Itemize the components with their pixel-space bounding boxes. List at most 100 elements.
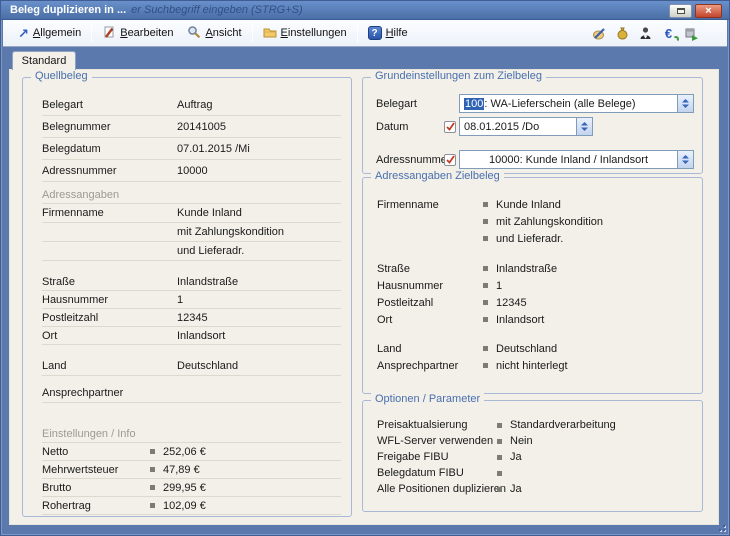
folder-icon bbox=[263, 25, 277, 42]
group-adressangaben-zielbeleg: Adressangaben Zielbeleg FirmennameKunde … bbox=[362, 177, 703, 394]
menu-item-einstellungen[interactable]: Einstellungen bbox=[256, 22, 354, 45]
datum-field[interactable]: 08.01.2015 /Do bbox=[459, 117, 593, 136]
field-row: StraßeInlandstraße bbox=[42, 273, 341, 291]
field-row: Adressnummer10000 bbox=[42, 160, 341, 182]
euro-arrow-icon bbox=[673, 36, 679, 42]
field-row: Ansprechpartnernicht hinterlegt bbox=[377, 357, 694, 374]
field-value: 47,89 € bbox=[163, 464, 200, 476]
field-row: FirmennameKunde Inland bbox=[377, 196, 694, 213]
bullet-square-icon bbox=[483, 266, 488, 271]
field-row: Hausnummer 1 bbox=[377, 277, 694, 294]
menu-separator bbox=[91, 24, 92, 42]
field-label: Ansprechpartner bbox=[377, 360, 483, 372]
field-row: mit Zahlungskondition bbox=[42, 223, 341, 242]
field-value: 07.01.2015 /Mi bbox=[177, 143, 250, 155]
bullet-square-icon bbox=[483, 317, 488, 322]
tab-standard[interactable]: Standard bbox=[12, 51, 76, 70]
menu-label: Bearbeiten bbox=[120, 27, 173, 39]
menu-item-ansicht[interactable]: Ansicht bbox=[180, 22, 248, 45]
field-row: und Lieferadr. bbox=[42, 242, 341, 261]
field-label: Postleitzahl bbox=[42, 312, 177, 324]
field-label: Alle Positionen duplizieren bbox=[377, 483, 497, 495]
field-label: Straße bbox=[42, 276, 177, 288]
field-row: Straße Inlandstraße bbox=[377, 260, 694, 277]
field-label: Mehrwertsteuer bbox=[42, 464, 150, 476]
field-row: LandDeutschland bbox=[377, 340, 694, 357]
arrow-ne-icon: ↗ bbox=[18, 27, 29, 40]
date-spin-button[interactable] bbox=[576, 118, 592, 135]
group-title: Optionen / Parameter bbox=[371, 393, 484, 405]
field-label: Datum bbox=[376, 121, 444, 133]
package-icon[interactable] bbox=[684, 26, 699, 41]
field-value: Inlandsort bbox=[177, 330, 225, 342]
field-row: Rohertrag102,09 € bbox=[42, 497, 341, 515]
euro-glyph: € bbox=[665, 26, 672, 41]
menu-label: Allgemein bbox=[33, 27, 81, 39]
field-value: 12345 bbox=[496, 297, 527, 309]
menu-item-hilfe[interactable]: ? Hilfe bbox=[361, 23, 415, 43]
belegart-combobox[interactable]: 100 : WA-Lieferschein (alle Belege) bbox=[459, 94, 694, 113]
edit-tool-icon bbox=[102, 25, 116, 42]
menu-item-bearbeiten[interactable]: Bearbeiten bbox=[95, 22, 180, 45]
search-watermark: er Suchbegriff eingeben (STRG+S) bbox=[131, 4, 303, 16]
question-glyph: ? bbox=[372, 28, 378, 39]
field-label: Ansprechpartner bbox=[42, 387, 177, 399]
field-label: Land bbox=[42, 360, 177, 372]
source-totals-fields: Netto252,06 € Mehrwertsteuer47,89 € Brut… bbox=[42, 443, 341, 515]
field-label: Belegnummer bbox=[42, 121, 177, 133]
field-value: 252,06 € bbox=[163, 446, 206, 458]
field-label: Belegart bbox=[42, 99, 177, 111]
section-label-adressangaben: Adressangaben bbox=[42, 188, 341, 204]
field-value: Ja bbox=[510, 483, 522, 495]
dropdown-spin-button[interactable] bbox=[677, 95, 693, 112]
field-row: PreisaktualsierungStandardverarbeitung bbox=[377, 417, 694, 433]
menu-separator bbox=[357, 24, 358, 42]
group-title: Grundeinstellungen zum Zielbeleg bbox=[371, 70, 546, 82]
field-row: Belegdatum07.01.2015 /Mi bbox=[42, 138, 341, 160]
euro-icon[interactable]: € bbox=[661, 26, 676, 41]
field-label: Adressnummer bbox=[376, 154, 444, 166]
field-label: Hausnummer bbox=[377, 280, 483, 292]
field-label: Straße bbox=[377, 263, 483, 275]
field-label: Brutto bbox=[42, 482, 150, 494]
field-label: Land bbox=[377, 343, 483, 355]
field-row: FirmennameKunde Inland bbox=[42, 204, 341, 223]
field-row: LandDeutschland bbox=[42, 357, 341, 376]
menu-label: Einstellungen bbox=[281, 27, 347, 39]
source-doc-fields: BelegartAuftrag Belegnummer20141005 Bele… bbox=[42, 94, 341, 182]
field-value: 1 bbox=[496, 280, 502, 292]
bullet-square-icon bbox=[150, 449, 155, 454]
menu-item-allgemein[interactable]: ↗ Allgemein bbox=[11, 24, 88, 43]
bullet-square-icon bbox=[150, 485, 155, 490]
group-optionen-parameter: Optionen / Parameter PreisaktualsierungS… bbox=[362, 400, 703, 512]
datum-checkbox[interactable] bbox=[444, 121, 456, 133]
field-value: Kunde Inland bbox=[496, 199, 561, 211]
field-row: Brutto299,95 € bbox=[42, 479, 341, 497]
bullet-square-icon bbox=[483, 363, 488, 368]
adressnummer-combobox[interactable]: 10000: Kunde Inland / Inlandsort bbox=[459, 150, 694, 169]
close-button[interactable]: × bbox=[695, 4, 722, 18]
field-row: Belegdatum FIBU bbox=[377, 465, 694, 481]
money-bag-icon[interactable] bbox=[615, 26, 630, 41]
adressnummer-checkbox[interactable] bbox=[444, 154, 456, 166]
field-value: Deutschland bbox=[177, 360, 238, 372]
field-value: 10000 bbox=[177, 165, 208, 177]
person-icon[interactable] bbox=[638, 26, 653, 41]
dropdown-spin-button[interactable] bbox=[677, 151, 693, 168]
section-label-einstellungen-info: Einstellungen / Info bbox=[42, 427, 341, 443]
group-title: Adressangaben Zielbeleg bbox=[371, 170, 504, 182]
toolbar-tray: € bbox=[592, 26, 699, 41]
bullet-square-icon bbox=[497, 423, 502, 428]
field-label: Hausnummer bbox=[42, 294, 177, 306]
magnifier-icon bbox=[187, 25, 201, 42]
field-value: mit Zahlungskondition bbox=[496, 216, 603, 228]
field-value: 20141005 bbox=[177, 121, 226, 133]
sign-icon[interactable] bbox=[592, 26, 607, 41]
close-icon: × bbox=[705, 6, 711, 17]
restore-button[interactable] bbox=[669, 4, 692, 18]
field-label: Belegdatum FIBU bbox=[377, 467, 497, 479]
field-value: Inlandstraße bbox=[496, 263, 557, 275]
field-value: Inlandstraße bbox=[177, 276, 238, 288]
bullet-square-icon bbox=[483, 236, 488, 241]
field-value: Ja bbox=[510, 451, 522, 463]
